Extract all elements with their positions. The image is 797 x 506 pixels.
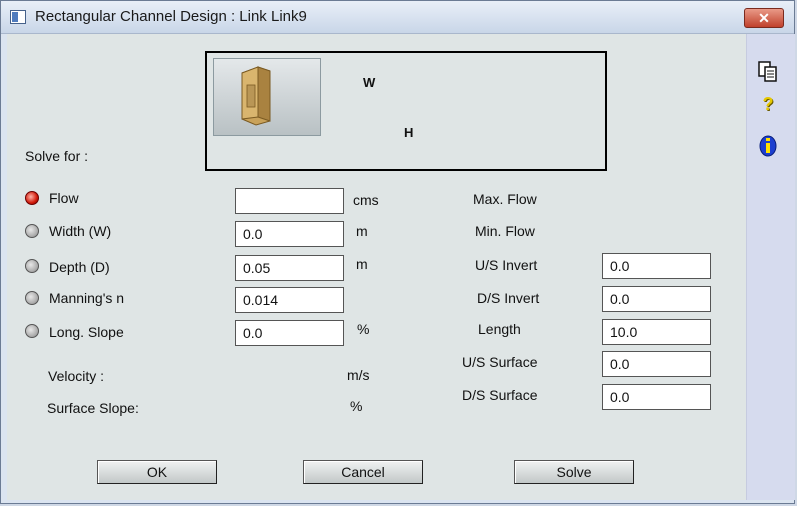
window-title: Rectangular Channel Design : Link Link9: [35, 8, 307, 25]
depth-unit: m: [356, 256, 368, 272]
ds-invert-input[interactable]: 0.0: [602, 286, 711, 312]
flow-unit: cms: [353, 192, 379, 208]
width-unit: m: [356, 223, 368, 239]
solve-for-label: Solve for :: [25, 148, 89, 164]
width-label: W: [363, 75, 376, 90]
info-icon[interactable]: [755, 134, 781, 158]
side-toolbar: ?: [746, 34, 795, 500]
surface-slope-label: Surface Slope:: [47, 400, 139, 416]
mannings-n-label: Manning's n: [49, 290, 125, 306]
max-flow-label: Max. Flow: [473, 191, 537, 207]
title-bar[interactable]: Rectangular Channel Design : Link Link9 …: [1, 1, 794, 34]
radio-mannings-n[interactable]: [25, 291, 39, 305]
copy-icon[interactable]: [755, 59, 781, 83]
long-slope-input[interactable]: 0.0: [235, 320, 344, 346]
us-surface-label: U/S Surface: [462, 354, 538, 370]
long-slope-label: Long. Slope: [49, 324, 124, 340]
channel-box-icon: [241, 66, 271, 126]
flow-input[interactable]: [235, 188, 344, 214]
ok-button[interactable]: OK: [97, 460, 217, 484]
long-slope-unit: %: [357, 321, 370, 337]
depth-label: Depth (D): [49, 259, 110, 275]
flow-label: Flow: [49, 190, 79, 206]
help-icon[interactable]: ?: [755, 94, 781, 118]
ds-invert-label: D/S Invert: [477, 290, 540, 306]
radio-flow[interactable]: [25, 191, 39, 205]
length-label: Length: [478, 321, 521, 337]
dialog-body: W H Solve for : Flow cms Width (W) 0.0 m…: [7, 34, 746, 500]
us-surface-input[interactable]: 0.0: [602, 351, 711, 377]
radio-depth[interactable]: [25, 259, 39, 273]
radio-long-slope[interactable]: [25, 324, 39, 338]
ds-surface-label: D/S Surface: [462, 387, 538, 403]
velocity-unit: m/s: [347, 367, 370, 383]
width-param-label: Width (W): [49, 223, 112, 239]
height-label: H: [404, 125, 414, 140]
mannings-n-input[interactable]: 0.014: [235, 287, 344, 313]
width-input[interactable]: 0.0: [235, 221, 344, 247]
window-icon: [10, 10, 26, 24]
cancel-button[interactable]: Cancel: [303, 460, 423, 484]
length-input[interactable]: 10.0: [602, 319, 711, 345]
close-button[interactable]: ✕: [744, 8, 784, 28]
surface-slope-unit: %: [350, 398, 363, 414]
channel-diagram: W H: [205, 51, 607, 171]
us-invert-label: U/S Invert: [475, 257, 538, 273]
depth-input[interactable]: 0.05: [235, 255, 344, 281]
us-invert-input[interactable]: 0.0: [602, 253, 711, 279]
solve-button[interactable]: Solve: [514, 460, 634, 484]
ds-surface-input[interactable]: 0.0: [602, 384, 711, 410]
dialog-window: Rectangular Channel Design : Link Link9 …: [0, 0, 795, 504]
channel-section-image: [213, 58, 321, 136]
min-flow-label: Min. Flow: [475, 223, 535, 239]
velocity-label: Velocity :: [48, 368, 105, 384]
radio-width[interactable]: [25, 224, 39, 238]
